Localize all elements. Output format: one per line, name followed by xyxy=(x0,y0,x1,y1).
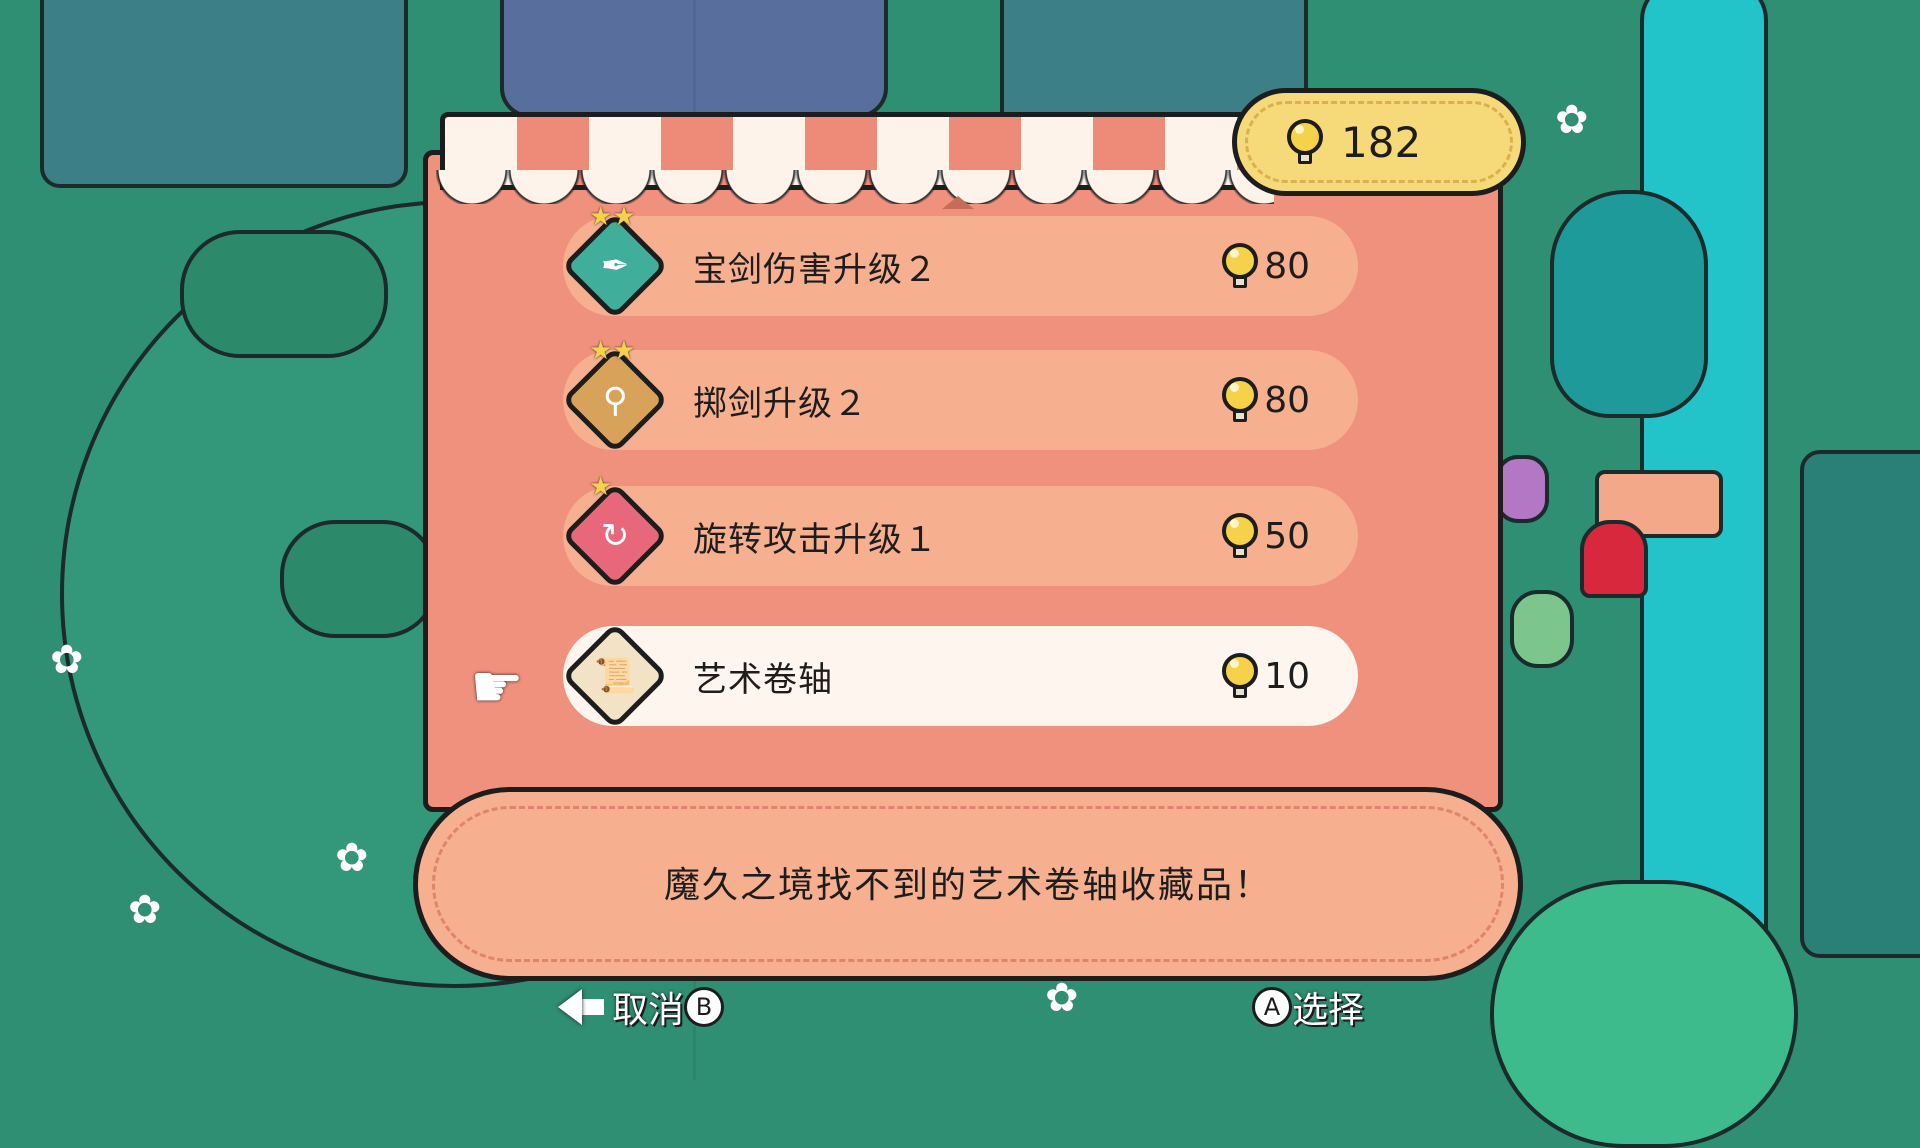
flower-icon: ✿ xyxy=(50,637,84,683)
item-description-box: 魔久之境找不到的艺术卷轴收藏品！ xyxy=(413,787,1523,981)
b-button-icon: B xyxy=(684,987,725,1027)
rank-stars-icon: ★★ xyxy=(589,202,636,232)
flower-icon: ✿ xyxy=(1555,97,1589,143)
item-price: 10 xyxy=(1222,653,1310,699)
currency-counter: 182 xyxy=(1232,88,1526,196)
item-price-value: 80 xyxy=(1264,379,1310,421)
shop-item-sword-throw[interactable]: ⚲ ★★ 掷剑升级２ 80 xyxy=(561,336,1358,454)
flower-icon: ✿ xyxy=(1045,975,1079,1021)
rank-stars-icon: ★ xyxy=(589,472,613,502)
a-button-icon: A xyxy=(1252,987,1292,1027)
flower-icon: ✿ xyxy=(335,835,369,881)
lightbulb-icon xyxy=(1222,513,1259,559)
item-name: 宝剑伤害升级２ xyxy=(693,249,938,290)
scroll-up-icon[interactable] xyxy=(942,196,974,209)
item-description: 魔久之境找不到的艺术卷轴收藏品！ xyxy=(663,865,1272,906)
shop-item-sword-damage[interactable]: ✒ ★★ 宝剑伤害升级２ 80 xyxy=(561,202,1358,320)
back-arrow-icon xyxy=(558,989,582,1025)
rank-stars-icon: ★★ xyxy=(589,336,636,366)
cancel-button[interactable]: 取消 B xyxy=(558,982,725,1032)
select-button[interactable]: A 选择 xyxy=(1252,982,1364,1032)
lightbulb-icon xyxy=(1222,653,1259,699)
lightbulb-icon xyxy=(1287,119,1323,165)
item-price-value: 50 xyxy=(1264,515,1310,557)
shop-item-spin-attack[interactable]: ↻ ★ 旋转攻击升级１ 50 xyxy=(561,472,1358,590)
item-name: 旋转攻击升级１ xyxy=(693,519,938,560)
item-price-value: 10 xyxy=(1264,655,1310,697)
pointing-hand-cursor-icon: ☛ xyxy=(470,652,524,722)
currency-amount: 182 xyxy=(1341,117,1422,167)
cancel-label: 取消 xyxy=(612,990,685,1031)
shop-item-art-scroll[interactable]: 📜 艺术卷轴 10 xyxy=(561,622,1358,730)
item-price: 50 xyxy=(1222,513,1310,559)
lightbulb-icon xyxy=(1222,243,1259,289)
lightbulb-icon xyxy=(1222,377,1259,423)
item-name: 艺术卷轴 xyxy=(693,659,833,700)
flower-icon: ✿ xyxy=(128,887,162,933)
awning-trim xyxy=(436,170,1274,204)
item-price: 80 xyxy=(1222,377,1310,423)
item-price-value: 80 xyxy=(1264,245,1310,287)
select-label: 选择 xyxy=(1292,990,1365,1031)
item-price: 80 xyxy=(1222,243,1310,289)
item-name: 掷剑升级２ xyxy=(693,383,868,424)
